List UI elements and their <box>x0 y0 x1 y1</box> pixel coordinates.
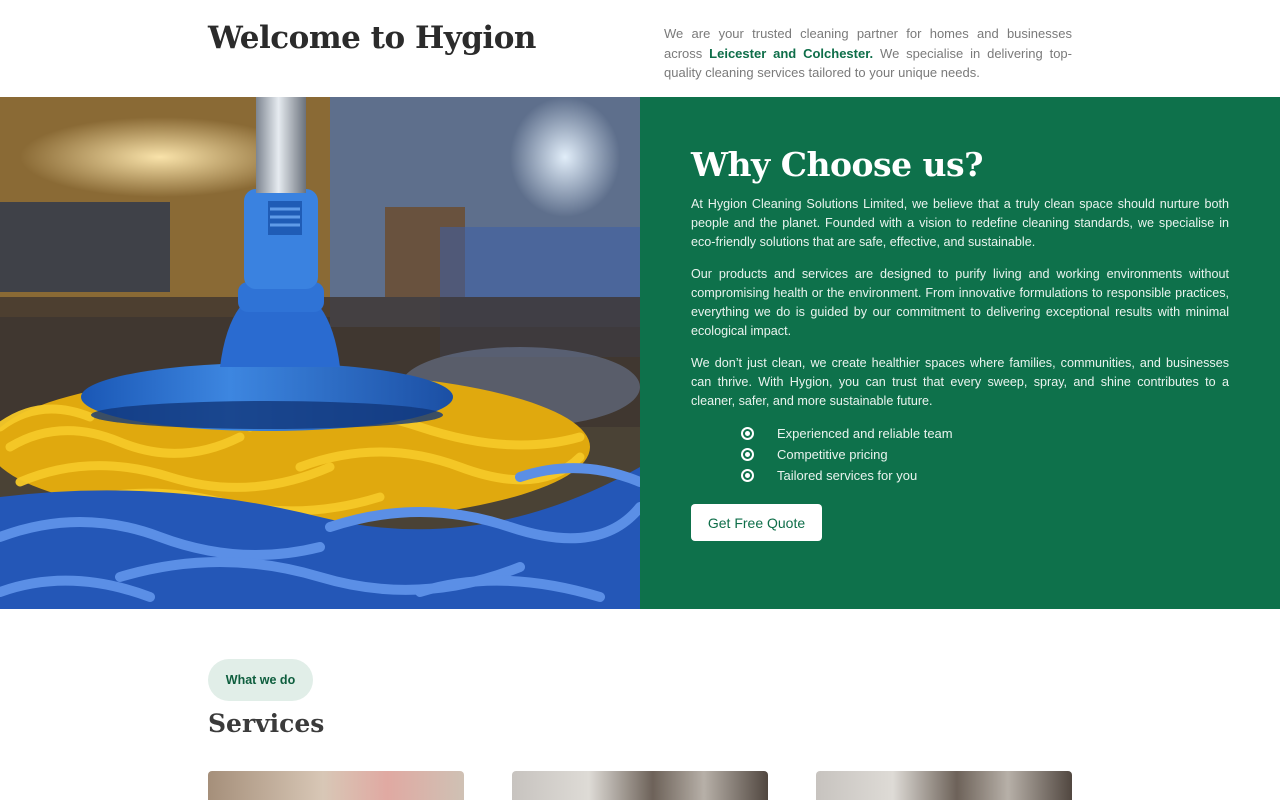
feature-list: Experienced and reliable team Competitiv… <box>741 423 953 486</box>
get-free-quote-button[interactable]: Get Free Quote <box>691 504 822 541</box>
service-card-image[interactable] <box>512 771 768 800</box>
feature-item: Competitive pricing <box>741 444 953 465</box>
services-section: What we do Services <box>0 609 1280 800</box>
intro-text: We are your trusted cleaning partner for… <box>664 24 1072 83</box>
feature-label: Competitive pricing <box>777 447 888 462</box>
mop-hero-image <box>0 97 640 609</box>
service-card-image[interactable] <box>816 771 1072 800</box>
why-choose-heading: Why Choose us? <box>691 145 983 184</box>
feature-label: Tailored services for you <box>777 468 918 483</box>
bullet-circle-icon <box>741 427 754 440</box>
why-choose-paragraph-1: At Hygion Cleaning Solutions Limited, we… <box>691 197 1229 249</box>
feature-label: Experienced and reliable team <box>777 426 953 441</box>
why-choose-paragraph-2: Our products and services are designed t… <box>691 267 1229 338</box>
feature-item: Tailored services for you <box>741 465 953 486</box>
section-tag: What we do <box>208 659 313 701</box>
intro-locations: Leicester and Colchester. <box>709 45 874 61</box>
feature-item: Experienced and reliable team <box>741 423 953 444</box>
bullet-circle-icon <box>741 469 754 482</box>
intro-section: Welcome to Hygion We are your trusted cl… <box>0 0 1280 97</box>
page-title: Welcome to Hygion <box>208 20 536 56</box>
mop-illustration <box>0 97 640 609</box>
bullet-circle-icon <box>741 448 754 461</box>
services-heading: Services <box>208 709 325 738</box>
service-card-image[interactable] <box>208 771 464 800</box>
why-choose-panel: Why Choose us? At Hygion Cleaning Soluti… <box>640 97 1280 609</box>
why-choose-paragraph-3: We don’t just clean, we create healthier… <box>691 356 1229 408</box>
why-choose-section: Why Choose us? At Hygion Cleaning Soluti… <box>0 97 1280 609</box>
